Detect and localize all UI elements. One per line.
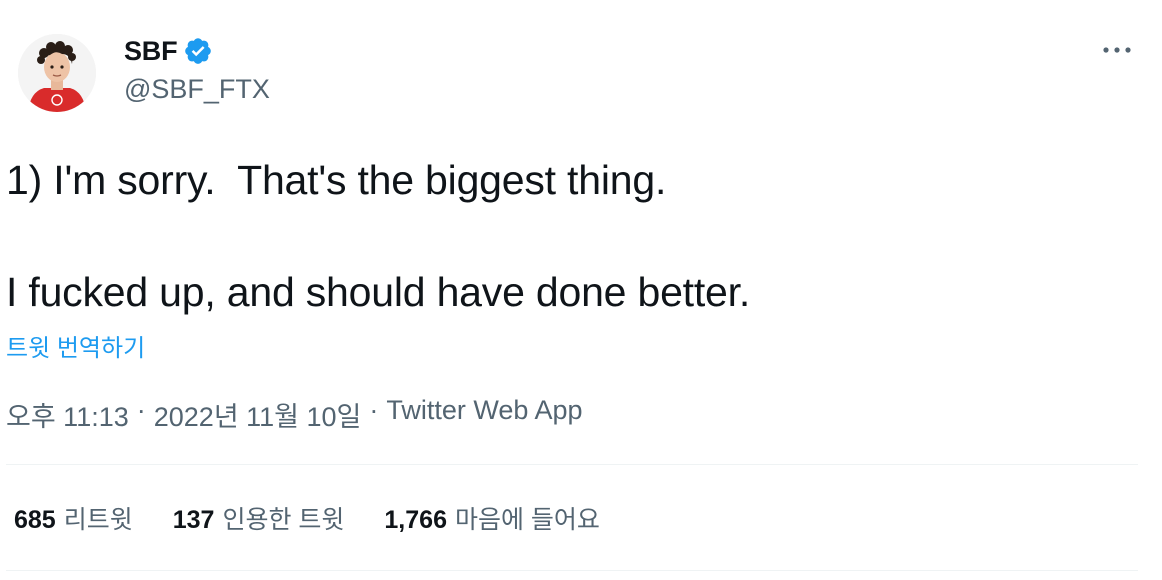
more-dots-icon	[1103, 47, 1131, 53]
likes-label: 마음에 들어요	[454, 506, 600, 534]
meta-separator: ·	[136, 395, 146, 425]
profile-avatar-icon	[18, 34, 96, 112]
author-handle[interactable]: @SBF_FTX	[124, 74, 270, 105]
likes-stat[interactable]: 1,766 마음에 들어요	[384, 500, 600, 536]
tweet-text: 1) I'm sorry. That's the biggest thing. …	[6, 152, 1136, 320]
author-name[interactable]: SBF	[124, 36, 178, 67]
tweet-stats: 685 리트윗 137 인용한 트윗 1,766 마음에 들어요	[14, 500, 600, 536]
tweet-text-line-1: 1) I'm sorry. That's the biggest thing.	[6, 157, 667, 203]
quote-tweets-stat[interactable]: 137 인용한 트윗	[173, 500, 345, 536]
tweet-date[interactable]: 2022년 11월 10일	[154, 395, 362, 434]
meta-separator: ·	[369, 395, 379, 425]
likes-count: 1,766	[384, 506, 447, 534]
author-name-row: SBF	[124, 34, 213, 68]
divider	[6, 570, 1138, 571]
divider	[6, 464, 1138, 465]
verified-badge-icon	[183, 36, 213, 66]
tweet-time[interactable]: 오후 11:13	[6, 395, 129, 434]
tweet-header: SBF @SBF_FTX	[0, 28, 1162, 118]
more-options-button[interactable]	[1100, 36, 1134, 64]
quote-tweets-count: 137	[172, 506, 215, 534]
quote-tweets-label: 인용한 트윗	[222, 506, 345, 534]
retweets-label: 리트윗	[63, 506, 133, 534]
retweets-stat[interactable]: 685 리트윗	[14, 500, 133, 536]
translate-tweet-link[interactable]: 트윗 번역하기	[6, 328, 145, 363]
tweet-source-link[interactable]: Twitter Web App	[386, 395, 582, 434]
tweet-metadata: 오후 11:13 · 2022년 11월 10일 · Twitter Web A…	[6, 395, 583, 434]
avatar[interactable]	[18, 34, 96, 112]
retweets-count: 685	[14, 506, 56, 534]
tweet-text-line-2: I fucked up, and should have done better…	[6, 269, 751, 315]
